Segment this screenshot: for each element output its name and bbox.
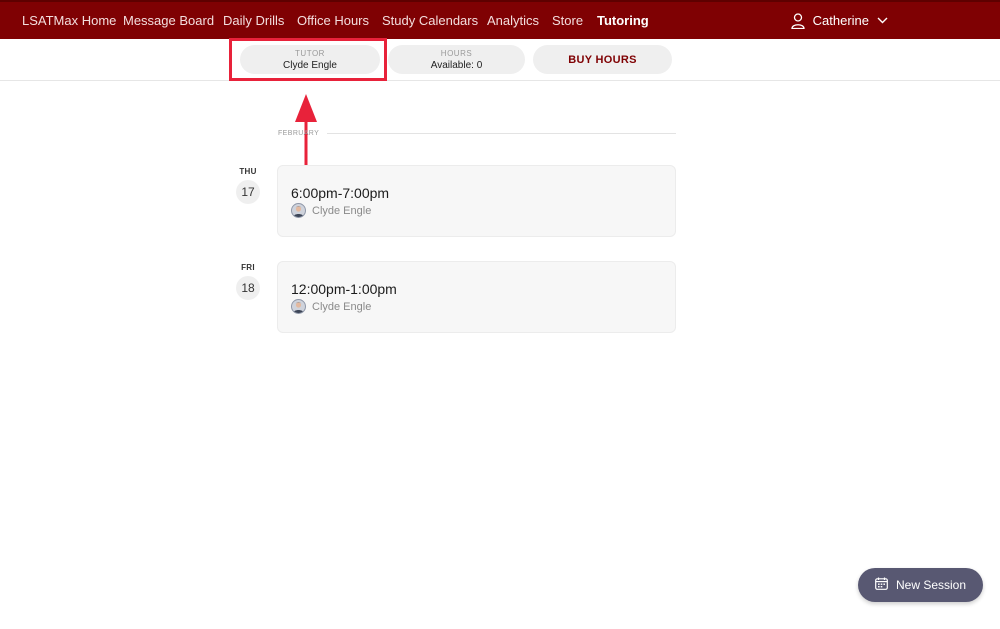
- day-number: 17: [236, 180, 260, 204]
- day-number: 18: [236, 276, 260, 300]
- nav-item-study-calendars[interactable]: Study Calendars: [382, 13, 478, 28]
- session-tutor: Clyde Engle: [291, 203, 371, 218]
- calendar-icon: [875, 577, 888, 593]
- session-time: 12:00pm-1:00pm: [291, 281, 397, 297]
- user-menu[interactable]: Catherine: [790, 2, 888, 39]
- divider: [327, 132, 676, 134]
- nav-item-analytics[interactable]: Analytics: [487, 13, 539, 28]
- day-marker: THU 17: [236, 167, 260, 204]
- session-card[interactable]: 12:00pm-1:00pm Clyde Engle: [277, 261, 676, 333]
- hours-value: Available: 0: [430, 60, 483, 71]
- tutor-name: Clyde Engle: [312, 204, 372, 217]
- chevron-down-icon: [877, 17, 888, 24]
- nav-item-lsatmax-home[interactable]: LSATMax Home: [22, 13, 116, 28]
- month-label: FEBRUARY: [278, 129, 320, 137]
- tutor-name: Clyde Engle: [312, 300, 372, 313]
- day-of-week: FRI: [241, 263, 255, 272]
- tutoring-subbar: TUTOR Clyde Engle HOURS Available: 0 BUY…: [0, 39, 1000, 81]
- top-nav: LSATMax Home Message Board Daily Drills …: [0, 0, 1000, 39]
- new-session-label: New Session: [895, 578, 967, 592]
- hours-label: HOURS: [440, 49, 473, 58]
- nav-item-store[interactable]: Store: [552, 13, 583, 28]
- avatar: [291, 299, 306, 314]
- nav-item-tutoring[interactable]: Tutoring: [597, 13, 649, 28]
- session-time: 6:00pm-7:00pm: [291, 185, 390, 201]
- tutor-label: TUTOR: [295, 49, 325, 58]
- day-of-week: THU: [239, 167, 257, 176]
- nav-item-daily-drills[interactable]: Daily Drills: [223, 13, 284, 28]
- session-card[interactable]: 6:00pm-7:00pm Clyde Engle: [277, 165, 676, 237]
- user-name: Catherine: [812, 13, 869, 28]
- tutor-selector[interactable]: TUTOR Clyde Engle: [240, 45, 380, 74]
- user-icon: [790, 12, 805, 29]
- buy-hours-button[interactable]: BUY HOURS: [533, 45, 672, 74]
- nav-item-message-board[interactable]: Message Board: [123, 13, 214, 28]
- hours-pill: HOURS Available: 0: [388, 45, 525, 74]
- tutor-value: Clyde Engle: [283, 60, 337, 71]
- session-tutor: Clyde Engle: [291, 299, 371, 314]
- nav-item-office-hours[interactable]: Office Hours: [297, 13, 369, 28]
- buy-hours-label: BUY HOURS: [568, 53, 637, 66]
- new-session-button[interactable]: New Session: [858, 568, 983, 602]
- avatar: [291, 203, 306, 218]
- day-marker: FRI 18: [236, 263, 260, 300]
- month-divider: FEBRUARY: [278, 128, 676, 138]
